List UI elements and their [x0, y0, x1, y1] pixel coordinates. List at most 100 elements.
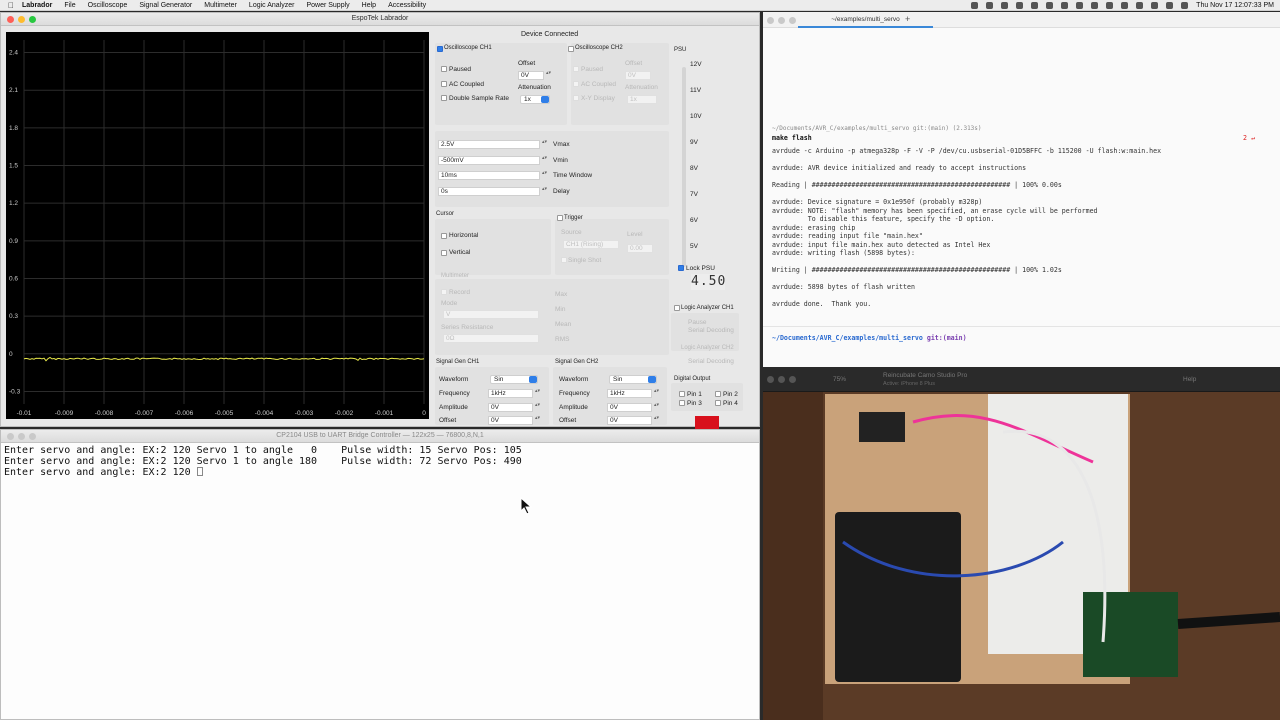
- single-shot-checkbox[interactable]: [561, 257, 567, 263]
- series-resistance-input[interactable]: 0Ω: [443, 334, 539, 343]
- prompt2-path: ~/Documents/AVR_C/examples/multi_servo: [772, 334, 923, 342]
- apple-menu-icon[interactable]: : [0, 1, 22, 10]
- ch1-ac-checkbox[interactable]: [441, 81, 447, 87]
- ch2-offset-input[interactable]: 0V: [625, 71, 651, 80]
- ch1-atten-select[interactable]: 1x: [520, 95, 550, 104]
- pin3-checkbox[interactable]: [679, 400, 685, 406]
- zoom-button[interactable]: [789, 17, 796, 24]
- camo-help[interactable]: Help: [1183, 376, 1196, 383]
- menu-signal-generator[interactable]: Signal Generator: [139, 2, 192, 9]
- serial-output[interactable]: Enter servo and angle: EX:2 120 Servo 1 …: [1, 443, 759, 480]
- status-icon[interactable]: [1106, 1, 1114, 9]
- menu-oscilloscope[interactable]: Oscilloscope: [88, 2, 128, 9]
- record-checkbox[interactable]: [441, 289, 447, 295]
- menu-power-supply[interactable]: Power Supply: [306, 2, 349, 9]
- gen2-waveform-select[interactable]: Sin: [609, 375, 657, 384]
- gen2-offset-input[interactable]: 0V: [607, 416, 652, 425]
- menu-file[interactable]: File: [64, 2, 75, 9]
- status-icon[interactable]: [1091, 1, 1099, 9]
- gen1-offset-input[interactable]: 0V: [488, 416, 533, 425]
- gen2-frequency-input[interactable]: 1kHz: [607, 389, 652, 398]
- status-icon[interactable]: [971, 1, 979, 9]
- time-window-stepper[interactable]: ▴▾: [542, 171, 547, 180]
- metro-board: [835, 512, 961, 682]
- delay-stepper[interactable]: ▴▾: [542, 187, 547, 196]
- menu-accessibility[interactable]: Accessibility: [388, 2, 426, 9]
- ch2-ac-checkbox[interactable]: [573, 81, 579, 87]
- gen2-frequency-stepper[interactable]: ▴▾: [654, 389, 659, 398]
- vmax-stepper[interactable]: ▴▾: [542, 140, 547, 149]
- gen2-amplitude-stepper[interactable]: ▴▾: [654, 403, 659, 412]
- minimize-button[interactable]: [778, 17, 785, 24]
- pin4-checkbox[interactable]: [715, 400, 721, 406]
- terminal-output-line: Writing | ##############################…: [772, 266, 1062, 274]
- vmax-input[interactable]: 2.5V: [438, 140, 540, 149]
- ch2-enable-checkbox[interactable]: [568, 46, 574, 52]
- terminal-output-line: avrdude: reading input file "main.hex": [772, 232, 923, 240]
- vmin-stepper[interactable]: ▴▾: [542, 156, 547, 165]
- ch2-xy-checkbox[interactable]: [573, 95, 579, 101]
- ch2-atten-select[interactable]: 1x: [627, 95, 657, 104]
- trigger-checkbox[interactable]: [557, 215, 563, 221]
- status-icon[interactable]: [986, 1, 994, 9]
- search-icon[interactable]: [1166, 1, 1174, 9]
- status-icon[interactable]: [1061, 1, 1069, 9]
- ch2-paused-checkbox[interactable]: [573, 66, 579, 72]
- ch1-enable-checkbox[interactable]: [437, 46, 443, 52]
- trigger-level-input[interactable]: 0.00: [627, 244, 653, 253]
- mode-select[interactable]: V: [443, 310, 539, 319]
- wifi-icon[interactable]: [1151, 1, 1159, 9]
- status-icon[interactable]: [1031, 1, 1039, 9]
- gen1-offset-stepper[interactable]: ▴▾: [535, 416, 540, 425]
- clock[interactable]: Thu Nov 17 12:07:33 PM: [1196, 2, 1274, 9]
- control-center-icon[interactable]: [1181, 1, 1189, 9]
- status-icon[interactable]: [1001, 1, 1009, 9]
- cursor-horizontal-checkbox[interactable]: [441, 233, 447, 239]
- lock-psu-checkbox[interactable]: [678, 265, 684, 271]
- vmin-input[interactable]: -500mV: [438, 156, 540, 165]
- menu-logic-analyzer[interactable]: Logic Analyzer: [249, 2, 295, 9]
- status-icon[interactable]: [1016, 1, 1024, 9]
- time-window-input[interactable]: 10ms: [438, 171, 540, 180]
- status-icon[interactable]: [1046, 1, 1054, 9]
- pin2-checkbox[interactable]: [715, 391, 721, 397]
- camo-zoom[interactable]: 75%: [833, 376, 846, 383]
- prompt2-git: git:(main): [926, 334, 967, 342]
- status-icon[interactable]: [1121, 1, 1129, 9]
- gen1-frequency-input[interactable]: 1kHz: [488, 389, 533, 398]
- time-window-label: Time Window: [553, 172, 593, 179]
- menu-multimeter[interactable]: Multimeter: [204, 2, 237, 9]
- serial-titlebar[interactable]: CP2104 USB to UART Bridge Controller — 1…: [1, 430, 759, 443]
- gen2-amplitude-input[interactable]: 0V: [607, 403, 652, 412]
- delay-input[interactable]: 0s: [438, 187, 540, 196]
- ch1-offset-input[interactable]: 0V: [518, 71, 544, 80]
- status-icon[interactable]: [1076, 1, 1084, 9]
- menu-help[interactable]: Help: [362, 2, 376, 9]
- scope-plot: 2.4 2.1 1.8 1.5 1.2 0.9 0.6 0.3 0 -0.3 -0.01 -0.009…: [9, 40, 426, 417]
- ch1-paused-checkbox[interactable]: [441, 66, 447, 72]
- trigger-source-select[interactable]: CH1 (Rising): [563, 240, 619, 249]
- y-tick-label: 1.5: [9, 163, 18, 170]
- logic-ch1-checkbox[interactable]: [674, 305, 680, 311]
- new-tab-icon[interactable]: +: [905, 14, 910, 24]
- psu-slider[interactable]: [682, 67, 686, 267]
- close-button[interactable]: [767, 17, 774, 24]
- ch1-dsr-checkbox[interactable]: [441, 95, 447, 101]
- terminal-tab[interactable]: ~/examples/multi_servo: [798, 12, 933, 28]
- menu-app[interactable]: Labrador: [22, 2, 52, 9]
- battery-icon[interactable]: [1136, 1, 1144, 9]
- gen2-offset-stepper[interactable]: ▴▾: [654, 416, 659, 425]
- gen1-amplitude-input[interactable]: 0V: [488, 403, 533, 412]
- minimize-button[interactable]: [778, 376, 785, 383]
- ch1-offset-stepper[interactable]: ▴▾: [546, 71, 551, 80]
- zoom-button[interactable]: [789, 376, 796, 383]
- cursor-vertical-checkbox[interactable]: [441, 250, 447, 256]
- gen1-waveform-select[interactable]: Sin: [490, 375, 538, 384]
- oscilloscope-display[interactable]: 2.4 2.1 1.8 1.5 1.2 0.9 0.6 0.3 0 -0.3 -0.01 -0.009…: [6, 32, 429, 419]
- gen1-frequency-stepper[interactable]: ▴▾: [535, 389, 540, 398]
- camo-titlebar[interactable]: 75% Reincubate Camo Studio Pro Active: i…: [763, 369, 1280, 392]
- gen1-amplitude-stepper[interactable]: ▴▾: [535, 403, 540, 412]
- pin1-checkbox[interactable]: [679, 391, 685, 397]
- labrador-titlebar[interactable]: EspoTek Labrador: [1, 13, 759, 26]
- close-button[interactable]: [767, 376, 774, 383]
